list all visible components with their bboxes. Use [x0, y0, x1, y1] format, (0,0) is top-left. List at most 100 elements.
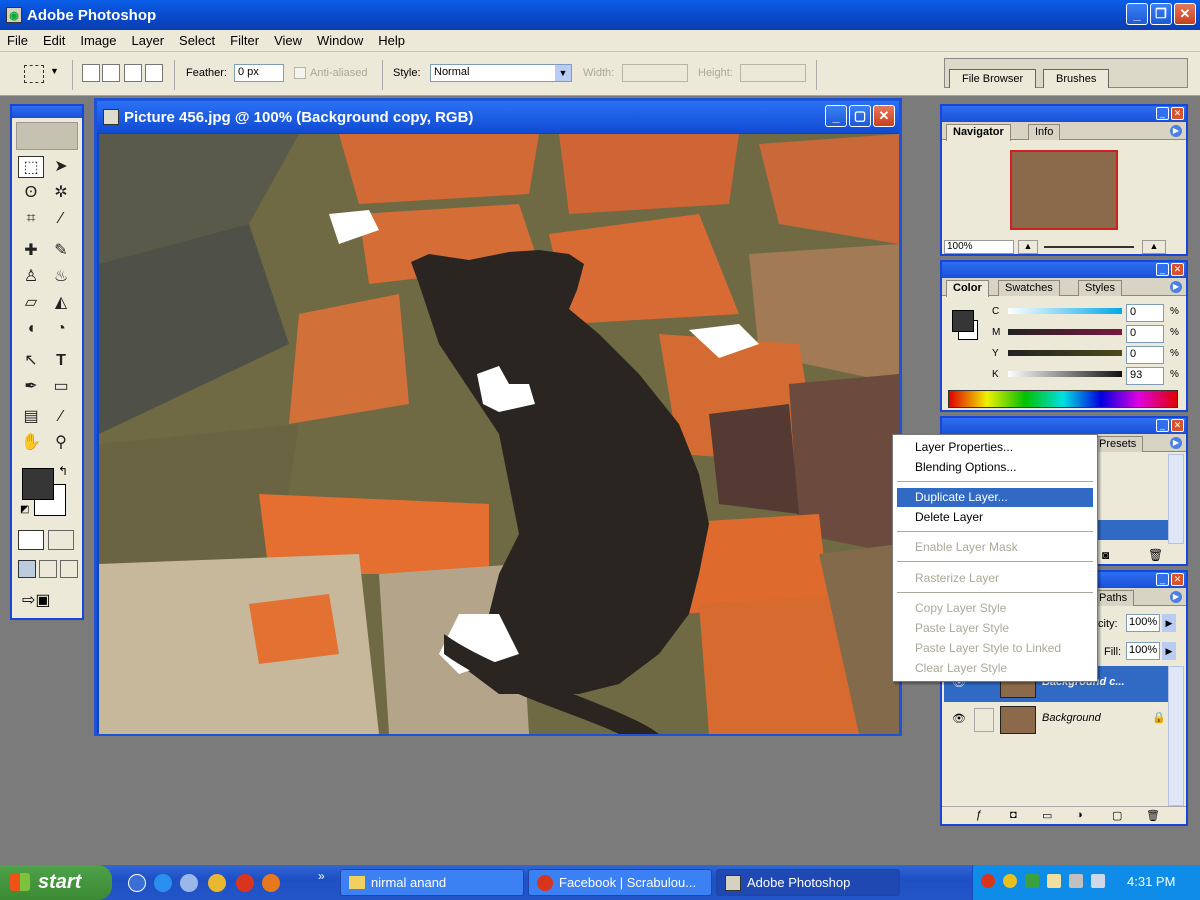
- menu-window[interactable]: Window: [310, 33, 371, 48]
- palette-minimize-button[interactable]: _: [1156, 573, 1169, 586]
- fill-arrow-icon[interactable]: ▶: [1162, 642, 1176, 660]
- path-select-icon[interactable]: ↖: [18, 350, 44, 372]
- task-adobe-photoshop[interactable]: Adobe Photoshop: [716, 869, 900, 896]
- quicklaunch-app-icon[interactable]: [128, 874, 146, 892]
- magic-wand-icon[interactable]: ✲: [48, 182, 74, 204]
- menu-file[interactable]: File: [0, 33, 36, 48]
- subtract-selection-icon[interactable]: [124, 64, 142, 82]
- notes-tool-icon[interactable]: ▤: [18, 406, 44, 428]
- marquee-tool-icon[interactable]: ⬚: [18, 156, 44, 178]
- file-browser-tab[interactable]: File Browser: [949, 69, 1037, 88]
- menu-item-layer-properties[interactable]: Layer Properties...: [897, 438, 1093, 457]
- slice-tool-icon[interactable]: ⁄: [48, 208, 74, 230]
- channel-y-slider[interactable]: [1008, 350, 1122, 356]
- palette-minimize-button[interactable]: _: [1156, 107, 1169, 120]
- feather-input[interactable]: 0 px: [234, 64, 284, 82]
- history-scrollbar[interactable]: [1168, 454, 1184, 544]
- menu-image[interactable]: Image: [73, 33, 124, 48]
- adjustment-layer-icon[interactable]: ◑: [1076, 809, 1083, 821]
- blur-tool-icon[interactable]: ◖: [18, 318, 44, 340]
- opera-icon[interactable]: [236, 874, 254, 892]
- zoom-tool-icon[interactable]: ⚲: [48, 432, 74, 454]
- adobe-logo-icon[interactable]: [16, 122, 78, 150]
- shape-tool-icon[interactable]: ▭: [48, 376, 74, 398]
- network-icon[interactable]: [1025, 874, 1039, 888]
- new-layer-icon[interactable]: ▢: [1112, 809, 1122, 822]
- layer-row[interactable]: 👁 Background 🔒: [944, 702, 1170, 738]
- lasso-tool-icon[interactable]: ʘ: [18, 182, 44, 204]
- channel-m-slider[interactable]: [1008, 329, 1122, 335]
- palette-minimize-button[interactable]: _: [1156, 419, 1169, 432]
- menu-view[interactable]: View: [267, 33, 310, 48]
- menu-item-blending-options[interactable]: Blending Options...: [897, 458, 1093, 477]
- zoom-slider[interactable]: [1044, 246, 1134, 248]
- paint-bucket-icon[interactable]: ◭: [48, 292, 74, 314]
- new-group-icon[interactable]: ▭: [1042, 809, 1052, 822]
- messenger-icon[interactable]: [180, 874, 198, 892]
- menu-select[interactable]: Select: [172, 33, 223, 48]
- anti-aliased-checkbox[interactable]: [294, 67, 306, 79]
- screen-mode-full-menu-icon[interactable]: [39, 560, 57, 578]
- layers-scrollbar[interactable]: [1168, 666, 1184, 806]
- quick-mask-icon[interactable]: [48, 530, 74, 550]
- standard-mode-icon[interactable]: [18, 530, 44, 550]
- marquee-preset-icon[interactable]: [24, 65, 44, 83]
- channel-k-input[interactable]: 93: [1126, 367, 1164, 385]
- palette-close-button[interactable]: ✕: [1171, 573, 1184, 586]
- screen-mode-full-icon[interactable]: [60, 560, 78, 578]
- zoom-in-icon[interactable]: ▲: [1142, 240, 1166, 254]
- menu-help[interactable]: Help: [371, 33, 413, 48]
- tab-navigator[interactable]: Navigator: [946, 124, 1011, 141]
- tab-presets[interactable]: Presets: [1092, 436, 1144, 452]
- brush-tool-icon[interactable]: ✎: [48, 240, 74, 262]
- palette-menu-icon[interactable]: ▶: [1170, 437, 1182, 449]
- doc-maximize-button[interactable]: ▢: [849, 105, 871, 127]
- pen-tool-icon[interactable]: ✒: [18, 376, 44, 398]
- menu-edit[interactable]: Edit: [36, 33, 73, 48]
- tab-styles[interactable]: Styles: [1078, 280, 1122, 296]
- task-nirmal-anand[interactable]: nirmal anand: [340, 869, 524, 896]
- jump-to-imageready-icon[interactable]: ⇨▣: [22, 590, 72, 610]
- opacity-input[interactable]: 100%: [1126, 614, 1160, 632]
- doc-minimize-button[interactable]: _: [825, 105, 847, 127]
- volume-icon[interactable]: [1091, 874, 1105, 888]
- screen-mode-standard-icon[interactable]: [18, 560, 36, 578]
- new-selection-icon[interactable]: [82, 64, 100, 82]
- menu-layer[interactable]: Layer: [125, 33, 173, 48]
- intersect-selection-icon[interactable]: [145, 64, 163, 82]
- task-facebook[interactable]: Facebook | Scrabulou...: [528, 869, 712, 896]
- palette-menu-icon[interactable]: ▶: [1170, 281, 1182, 293]
- trash-icon[interactable]: 🗑: [1146, 809, 1160, 822]
- hand-tool-icon[interactable]: ✋: [18, 432, 44, 454]
- palette-menu-icon[interactable]: ▶: [1170, 591, 1182, 603]
- menu-item-duplicate-layer[interactable]: Duplicate Layer...: [897, 488, 1093, 507]
- quicklaunch-overflow-icon[interactable]: »: [318, 869, 325, 883]
- layer-mask-icon[interactable]: ◘: [1010, 809, 1017, 821]
- eraser-tool-icon[interactable]: ▱: [18, 292, 44, 314]
- tab-paths[interactable]: Paths: [1092, 590, 1135, 606]
- palette-menu-icon[interactable]: ▶: [1170, 125, 1182, 137]
- tray-folder-icon[interactable]: [1047, 874, 1061, 888]
- internet-explorer-icon[interactable]: [154, 874, 172, 892]
- opacity-arrow-icon[interactable]: ▶: [1162, 614, 1176, 632]
- tray-app-icon[interactable]: [981, 874, 995, 888]
- palette-close-button[interactable]: ✕: [1171, 107, 1184, 120]
- palette-minimize-button[interactable]: _: [1156, 263, 1169, 276]
- eye-icon[interactable]: 👁: [952, 712, 966, 725]
- layer-style-icon[interactable]: ƒ: [976, 809, 982, 821]
- type-tool-icon[interactable]: T: [48, 350, 74, 372]
- tray-device-icon[interactable]: [1069, 874, 1083, 888]
- navigator-thumbnail[interactable]: [1010, 150, 1118, 230]
- swap-colors-icon[interactable]: ↰: [58, 464, 68, 478]
- palette-close-button[interactable]: ✕: [1171, 263, 1184, 276]
- tab-swatches[interactable]: Swatches: [998, 280, 1060, 296]
- channel-c-input[interactable]: 0: [1126, 304, 1164, 322]
- menu-filter[interactable]: Filter: [223, 33, 267, 48]
- maximize-button[interactable]: ❐: [1150, 3, 1172, 25]
- brushes-tab[interactable]: Brushes: [1043, 69, 1110, 88]
- link-slot[interactable]: [974, 708, 994, 732]
- default-colors-icon[interactable]: ◩: [20, 504, 29, 515]
- palette-close-button[interactable]: ✕: [1171, 419, 1184, 432]
- trash-icon[interactable]: 🗑: [1148, 548, 1163, 562]
- tab-color[interactable]: Color: [946, 280, 989, 297]
